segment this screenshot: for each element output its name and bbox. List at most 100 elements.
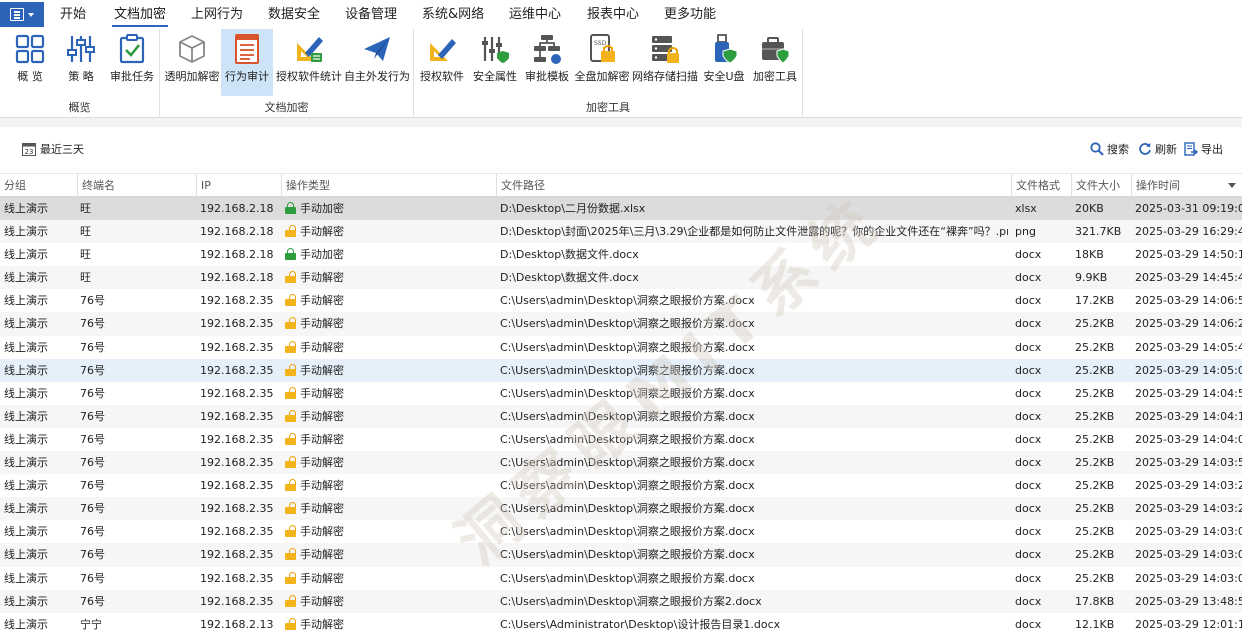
cell-ip: 192.168.2.13 bbox=[200, 617, 274, 631]
table-row[interactable]: 线上演示 旺 192.168.2.18 手动加密 D:\Desktop\二月份数据.xl… bbox=[0, 197, 1242, 221]
tab-device-manage[interactable]: 设备管理 bbox=[345, 0, 397, 29]
cell-time: 2025-03-29 14:50:11 bbox=[1135, 248, 1242, 262]
table-row[interactable]: 线上演示 旺 192.168.2.18 手动解密 D:\Desktop\封面\2025年… bbox=[0, 220, 1242, 244]
op-type-text: 手动解密 bbox=[300, 317, 344, 331]
autonomous-send-button[interactable]: 自主外发行为 bbox=[344, 29, 410, 96]
approval-template-button[interactable]: 审批模板 bbox=[522, 29, 572, 96]
table-row[interactable]: 线上演示 76号 192.168.2.35 手动解密 C:\Users\admin\De… bbox=[0, 589, 1242, 613]
cell-time: 2025-03-29 14:05:01 bbox=[1135, 363, 1242, 377]
op-type-text: 手动解密 bbox=[300, 502, 344, 516]
cell-group: 线上演示 bbox=[4, 502, 48, 516]
encrypt-toolbox-button[interactable]: 加密工具 bbox=[750, 29, 800, 96]
cell-op: 手动解密 bbox=[285, 336, 344, 359]
table-row[interactable]: 线上演示 76号 192.168.2.35 手动解密 C:\Users\admin\De… bbox=[0, 567, 1242, 590]
table-row[interactable]: 线上演示 76号 192.168.2.35 手动解密 C:\Users\admin\De… bbox=[0, 289, 1242, 312]
sort-desc-icon[interactable] bbox=[1228, 183, 1236, 188]
cell-fmt: docx bbox=[1015, 294, 1042, 308]
table-row[interactable]: 线上演示 旺 192.168.2.18 手动加密 D:\Desktop\数据文件.doc… bbox=[0, 243, 1242, 266]
col-header-time[interactable]: 操作时间 bbox=[1131, 174, 1242, 197]
policy-button[interactable]: 策 略 bbox=[56, 29, 106, 96]
approval-task-button[interactable]: 审批任务 bbox=[108, 29, 156, 96]
audit-table-body: 线上演示旺 192.168.2.18 手动加密 D:\Desktop\二月份数据.xl… bbox=[0, 197, 1242, 636]
table-row[interactable]: 线上演示 76号 192.168.2.35 手动解密 C:\Users\admin\De… bbox=[0, 404, 1242, 428]
cell-fmt: docx bbox=[1015, 363, 1042, 377]
tab-system-network[interactable]: 系统&网络 bbox=[422, 0, 484, 29]
lock-open-icon bbox=[285, 479, 296, 492]
date-range-button[interactable]: 23 最近三天 bbox=[22, 141, 84, 157]
tab-more-features[interactable]: 更多功能 bbox=[664, 0, 716, 29]
table-row[interactable]: 线上演示 宁宁 192.168.2.13 手动解密 C:\Users\Administr… bbox=[0, 613, 1242, 636]
col-header-ip[interactable]: IP bbox=[196, 174, 281, 197]
table-row[interactable]: 线上演示 76号 192.168.2.35 手动解密 C:\Users\admin\De… bbox=[0, 382, 1242, 405]
cell-size: 25.2KB bbox=[1075, 409, 1115, 423]
cell-terminal: 76号 bbox=[80, 317, 105, 331]
security-attribute-button[interactable]: 安全属性 bbox=[470, 29, 520, 96]
table-row[interactable]: 线上演示 76号 192.168.2.35 手动解密 C:\Users\admin\De… bbox=[0, 451, 1242, 475]
tab-doc-encrypt[interactable]: 文档加密 bbox=[111, 0, 169, 29]
table-row[interactable]: 线上演示 76号 192.168.2.35 手动解密 C:\Users\admin\De… bbox=[0, 336, 1242, 359]
cell-group: 线上演示 bbox=[4, 548, 48, 562]
overview-label: 概 览 bbox=[17, 70, 43, 83]
table-row[interactable]: 线上演示 76号 192.168.2.35 手动解密 C:\Users\admin\De… bbox=[0, 358, 1242, 382]
cell-group: 线上演示 bbox=[4, 456, 48, 470]
cell-ip: 192.168.2.18 bbox=[200, 225, 274, 239]
export-button[interactable]: 导出 bbox=[1184, 141, 1223, 157]
secure-usb-button[interactable]: 安全U盘 bbox=[700, 29, 748, 96]
table-row[interactable]: 线上演示 76号 192.168.2.35 手动解密 C:\Users\admin\De… bbox=[0, 428, 1242, 451]
table-row[interactable]: 线上演示 76号 192.168.2.35 手动解密 C:\Users\admin\De… bbox=[0, 543, 1242, 567]
tab-ops-center[interactable]: 运维中心 bbox=[509, 0, 561, 29]
cell-path: C:\Users\Administrator\Desktop\设计报告目录1.d… bbox=[500, 617, 781, 631]
cell-group: 线上演示 bbox=[4, 525, 48, 539]
full-disk-encrypt-button[interactable]: SSD 全盘加解密 bbox=[574, 29, 630, 96]
cell-op: 手动解密 bbox=[285, 359, 344, 382]
authorized-software-stats-button[interactable]: 授权软件统计 bbox=[274, 29, 344, 96]
lock-open-icon bbox=[285, 225, 296, 238]
menu-bar: 开始 文档加密 上网行为 数据安全 设备管理 系统&网络 运维中心 报表中心 更… bbox=[0, 0, 1242, 29]
cell-path: C:\Users\admin\Desktop\洞察之眼报价方案.docx bbox=[500, 317, 755, 331]
overview-button[interactable]: 概 览 bbox=[6, 29, 54, 96]
cell-op: 手动解密 bbox=[285, 567, 344, 590]
table-row[interactable]: 线上演示 76号 192.168.2.35 手动解密 C:\Users\admin\De… bbox=[0, 497, 1242, 521]
tab-report-center[interactable]: 报表中心 bbox=[587, 0, 639, 29]
tab-web-behavior[interactable]: 上网行为 bbox=[191, 0, 243, 29]
cell-size: 25.2KB bbox=[1075, 456, 1115, 470]
cell-group: 线上演示 bbox=[4, 202, 48, 215]
cell-op: 手动解密 bbox=[285, 497, 344, 520]
cell-path: C:\Users\admin\Desktop\洞察之眼报价方案.docx bbox=[500, 548, 755, 562]
transparent-encrypt-button[interactable]: 透明加解密 bbox=[164, 29, 220, 96]
cell-terminal: 旺 bbox=[80, 202, 91, 215]
cell-group: 线上演示 bbox=[4, 363, 48, 377]
authorized-software-stats-label: 授权软件统计 bbox=[276, 70, 342, 83]
cell-size: 9.9KB bbox=[1075, 271, 1108, 285]
col-header-path[interactable]: 文件路径 bbox=[496, 174, 1011, 197]
col-header-group[interactable]: 分组 bbox=[0, 174, 77, 197]
tab-start[interactable]: 开始 bbox=[60, 0, 86, 29]
cell-fmt: docx bbox=[1015, 340, 1042, 354]
col-header-op-type[interactable]: 操作类型 bbox=[281, 174, 496, 197]
table-row[interactable]: 线上演示 76号 192.168.2.35 手动解密 C:\Users\admin\De… bbox=[0, 312, 1242, 336]
refresh-button[interactable]: 刷新 bbox=[1138, 141, 1177, 157]
cell-op: 手动加密 bbox=[285, 197, 344, 220]
search-button[interactable]: 搜索 bbox=[1090, 141, 1129, 157]
col-header-format[interactable]: 文件格式 bbox=[1011, 174, 1071, 197]
app-menu-button[interactable] bbox=[0, 2, 44, 27]
cell-ip: 192.168.2.35 bbox=[200, 340, 274, 354]
behavior-audit-button[interactable]: 行为审计 bbox=[221, 29, 273, 96]
col-header-terminal[interactable]: 终端名 bbox=[77, 174, 196, 197]
overview-grid-icon bbox=[15, 34, 45, 64]
policy-sliders-icon bbox=[67, 36, 95, 62]
authorized-software-button[interactable]: 授权软件 bbox=[418, 29, 466, 96]
table-row[interactable]: 线上演示 旺 192.168.2.18 手动解密 D:\Desktop\数据文件.doc… bbox=[0, 266, 1242, 290]
col-header-size[interactable]: 文件大小 bbox=[1071, 174, 1131, 197]
lock-open-icon bbox=[285, 432, 296, 445]
cell-fmt: docx bbox=[1015, 386, 1042, 400]
cell-ip: 192.168.2.35 bbox=[200, 502, 274, 516]
network-storage-scan-button[interactable]: 网络存储扫描 bbox=[632, 29, 698, 96]
cell-terminal: 76号 bbox=[80, 571, 105, 585]
cell-group: 线上演示 bbox=[4, 248, 48, 262]
table-row[interactable]: 线上演示 76号 192.168.2.35 手动解密 C:\Users\admin\De… bbox=[0, 474, 1242, 497]
tab-data-security[interactable]: 数据安全 bbox=[268, 0, 320, 29]
ribbon-separator bbox=[0, 118, 1242, 127]
ribbon-group-encrypt-tools: 授权软件 安全属性 审批模板 SSD 全盘加解密 网络存储扫描 安全U盘 加密工… bbox=[414, 29, 803, 118]
table-row[interactable]: 线上演示 76号 192.168.2.35 手动解密 C:\Users\admin\De… bbox=[0, 520, 1242, 543]
